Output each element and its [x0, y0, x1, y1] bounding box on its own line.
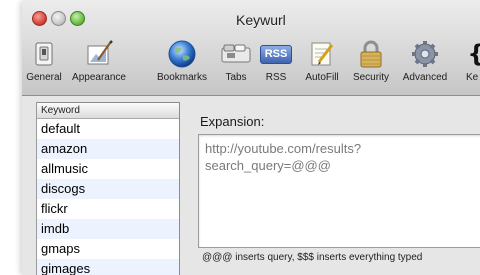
toolbar-appearance[interactable]: Appearance: [68, 40, 130, 84]
keyword-row[interactable]: gmaps: [37, 239, 179, 259]
minimize-window-button[interactable]: [51, 11, 66, 26]
keyword-column-header[interactable]: Keyword: [37, 103, 179, 119]
advanced-gear-icon: [409, 40, 441, 68]
toolbar-advanced[interactable]: Advanced: [398, 40, 452, 84]
toolbar-general[interactable]: General: [22, 40, 66, 84]
expansion-label: Expansion:: [200, 114, 265, 129]
toolbar-keywurl[interactable]: { Ke: [456, 40, 480, 84]
bookmarks-globe-icon: [166, 40, 198, 68]
keyword-row[interactable]: discogs: [37, 179, 179, 199]
toolbar-security[interactable]: Security: [348, 40, 394, 84]
toolbar-label: Tabs: [225, 72, 247, 83]
general-switch-icon: [28, 40, 60, 68]
expansion-hint: @@@ inserts query, $$$ inserts everythin…: [202, 252, 423, 263]
expansion-field[interactable]: http://youtube.com/results? search_query…: [198, 134, 480, 248]
keywurl-icon: {: [460, 40, 480, 68]
toolbar-rss[interactable]: RSS RSS: [258, 40, 294, 84]
appearance-brush-icon: [83, 40, 115, 68]
tabs-icon: [220, 40, 252, 68]
window-title: Keywurl: [236, 12, 286, 28]
toolbar-label: General: [26, 72, 62, 83]
security-lock-icon: [355, 40, 387, 68]
toolbar-autofill[interactable]: AutoFill: [298, 40, 346, 84]
keywurl-pane: Keyword default amazon allmusic discogs …: [22, 96, 480, 275]
toolbar-tabs[interactable]: Tabs: [218, 40, 254, 84]
expansion-text: http://youtube.com/results? search_query…: [205, 141, 362, 173]
keyword-row[interactable]: amazon: [37, 139, 179, 159]
close-window-button[interactable]: [32, 11, 47, 26]
toolbar-label: Appearance: [72, 72, 126, 83]
rss-badge: RSS: [260, 44, 292, 64]
title-toolbar-area: Keywurl General Appearance Bookmarks Tab…: [22, 0, 480, 96]
toolbar-bookmarks[interactable]: Bookmarks: [150, 40, 214, 84]
autofill-pencil-icon: [306, 40, 338, 68]
keyword-row[interactable]: imdb: [37, 219, 179, 239]
keyword-row[interactable]: gimages: [37, 259, 179, 275]
keyword-row[interactable]: flickr: [37, 199, 179, 219]
toolbar-label: AutoFill: [305, 72, 339, 83]
toolbar-label: RSS: [265, 72, 287, 83]
toolbar-label: Bookmarks: [156, 72, 207, 83]
zoom-window-button[interactable]: [70, 11, 85, 26]
rss-icon: RSS: [260, 40, 292, 68]
toolbar-label: Security: [352, 72, 390, 83]
toolbar-label: Advanced: [402, 72, 448, 83]
toolbar-label: Ke: [466, 72, 479, 83]
keyword-list[interactable]: Keyword default amazon allmusic discogs …: [36, 102, 180, 275]
keyword-row[interactable]: default: [37, 119, 179, 139]
keyword-row[interactable]: allmusic: [37, 159, 179, 179]
preferences-window: Keywurl General Appearance Bookmarks Tab…: [22, 0, 480, 275]
